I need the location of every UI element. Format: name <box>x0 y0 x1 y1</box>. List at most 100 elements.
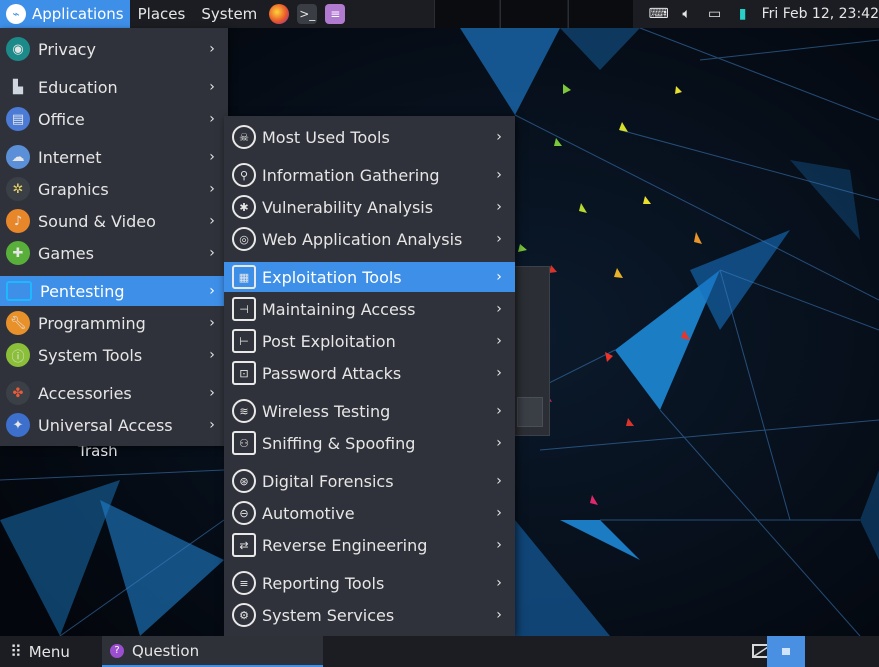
workspace-3[interactable] <box>568 0 633 28</box>
password-icon: ⊡ <box>232 361 256 385</box>
menu-label: Menu <box>28 642 70 661</box>
menu-item-system-tools[interactable]: ⓘ System Tools › <box>0 340 228 370</box>
chevron-right-icon: › <box>209 417 215 433</box>
submenu-item-maintaining-access[interactable]: ⊣ Maintaining Access › <box>224 294 515 324</box>
keyboard-icon[interactable]: ⌨ <box>648 6 668 22</box>
chevron-right-icon: › <box>496 269 502 285</box>
chevron-right-icon: › <box>496 199 502 215</box>
pentesting-submenu: ☠ Most Used Tools › ⚲ Information Gather… <box>224 116 515 636</box>
menu-item-sound-video[interactable]: ♪ Sound & Video › <box>0 206 228 236</box>
menu-item-universal-access[interactable]: ✦ Universal Access › <box>0 410 228 440</box>
chevron-right-icon: › <box>209 347 215 363</box>
menu-item-internet[interactable]: ☁ Internet › <box>0 142 228 172</box>
chevron-right-icon: › <box>209 213 215 229</box>
education-icon: ▙ <box>13 79 23 95</box>
clock[interactable]: Fri Feb 12, 23:42 <box>762 6 879 22</box>
bottom-panel: ⠿ Menu ? Question <box>0 636 879 667</box>
system-tray: ⌨ 🔈︎ ▭ ▮ Fri Feb 12, 23:42 <box>648 0 879 28</box>
forensics-icon: ⊛ <box>232 469 256 493</box>
chevron-right-icon: › <box>496 607 502 623</box>
firefox-icon[interactable] <box>269 4 290 24</box>
terminal-icon[interactable]: >_ <box>297 4 318 24</box>
games-icon: ✚ <box>6 241 30 265</box>
workspace-1[interactable] <box>434 0 499 28</box>
wifi-icon: ≋ <box>232 399 256 423</box>
submenu-item-automotive[interactable]: ⊖ Automotive › <box>224 498 515 528</box>
pentesting-icon <box>6 281 32 301</box>
internet-icon: ☁ <box>6 145 30 169</box>
report-icon: ≡ <box>232 571 256 595</box>
text-editor-icon[interactable]: ≡ <box>325 4 346 24</box>
chevron-right-icon: › <box>496 505 502 521</box>
universal-access-icon: ✦ <box>6 413 30 437</box>
background-dialog-button[interactable] <box>517 397 543 427</box>
submenu-item-system-services[interactable]: ⚙ System Services › <box>224 600 515 630</box>
chevron-right-icon: › <box>496 301 502 317</box>
workspace-2[interactable] <box>500 0 567 28</box>
chevron-right-icon: › <box>496 129 502 145</box>
menu-item-games[interactable]: ✚ Games › <box>0 238 228 268</box>
places-menu-button[interactable]: Places <box>130 0 194 28</box>
submenu-item-reverse-engineering[interactable]: ⇄ Reverse Engineering › <box>224 530 515 560</box>
skull-icon: ☠ <box>232 125 256 149</box>
submenu-item-web-application-analysis[interactable]: ◎ Web Application Analysis › <box>224 224 515 254</box>
chevron-right-icon: › <box>209 41 215 57</box>
car-icon: ⊖ <box>232 501 256 525</box>
menu-item-privacy[interactable]: ◉ Privacy › <box>0 34 228 64</box>
menu-item-education[interactable]: ▙ Education › <box>0 72 228 102</box>
web-icon: ◎ <box>232 227 256 251</box>
accessories-icon: ✤ <box>6 381 30 405</box>
services-icon: ⚙ <box>232 603 256 627</box>
applications-label: Applications <box>32 5 124 23</box>
menu-button[interactable]: ⠿ Menu <box>0 636 80 667</box>
question-icon: ? <box>110 643 124 658</box>
chevron-right-icon: › <box>496 435 502 451</box>
access-icon: ⊣ <box>232 297 256 321</box>
chevron-right-icon: › <box>209 315 215 331</box>
chevron-right-icon: › <box>496 575 502 591</box>
chevron-right-icon: › <box>496 365 502 381</box>
menu-item-pentesting[interactable]: Pentesting › <box>0 276 228 306</box>
chevron-right-icon: › <box>209 79 215 95</box>
programming-icon: 🔧︎ <box>6 311 30 335</box>
submenu-item-most-used-tools[interactable]: ☠ Most Used Tools › <box>224 122 515 152</box>
magnifier-icon: ⚲ <box>232 163 256 187</box>
chevron-right-icon: › <box>496 473 502 489</box>
system-menu-button[interactable]: System <box>193 0 265 28</box>
workspace-current[interactable] <box>767 636 805 667</box>
menu-item-programming[interactable]: 🔧︎ Programming › <box>0 308 228 338</box>
submenu-item-digital-forensics[interactable]: ⊛ Digital Forensics › <box>224 466 515 496</box>
reverse-icon: ⇄ <box>232 533 256 557</box>
sound-video-icon: ♪ <box>6 209 30 233</box>
taskbar-item-question[interactable]: ? Question <box>102 636 323 667</box>
sniff-icon: ⚇ <box>232 431 256 455</box>
submenu-item-information-gathering[interactable]: ⚲ Information Gathering › <box>224 160 515 190</box>
post-exploit-icon: ⊢ <box>232 329 256 353</box>
chevron-right-icon: › <box>496 167 502 183</box>
submenu-item-exploitation-tools[interactable]: ▦ Exploitation Tools › <box>224 262 515 292</box>
chevron-right-icon: › <box>496 333 502 349</box>
menu-item-office[interactable]: ▤ Office › <box>0 104 228 134</box>
chevron-right-icon: › <box>209 111 215 127</box>
privacy-icon: ◉ <box>6 37 30 61</box>
display-icon[interactable]: ▭ <box>706 6 724 22</box>
submenu-item-post-exploitation[interactable]: ⊢ Post Exploitation › <box>224 326 515 356</box>
chevron-right-icon: › <box>496 231 502 247</box>
chevron-right-icon: › <box>496 537 502 553</box>
submenu-item-vulnerability-analysis[interactable]: ✱ Vulnerability Analysis › <box>224 192 515 222</box>
battery-icon[interactable]: ▮ <box>734 6 752 22</box>
submenu-item-reporting-tools[interactable]: ≡ Reporting Tools › <box>224 568 515 598</box>
submenu-item-password-attacks[interactable]: ⊡ Password Attacks › <box>224 358 515 388</box>
applications-menu-button[interactable]: ⌁ Applications <box>0 0 130 28</box>
menu-item-graphics[interactable]: ✲ Graphics › <box>0 174 228 204</box>
submenu-item-sniffing-spoofing[interactable]: ⚇ Sniffing & Spoofing › <box>224 428 515 458</box>
chevron-right-icon: › <box>496 403 502 419</box>
chevron-right-icon: › <box>209 283 215 299</box>
kali-dragon-icon: ⌁ <box>6 4 26 24</box>
submenu-item-wireless-testing[interactable]: ≋ Wireless Testing › <box>224 396 515 426</box>
grid-icon: ⠿ <box>10 642 22 661</box>
menu-item-accessories[interactable]: ✤ Accessories › <box>0 378 228 408</box>
exploit-icon: ▦ <box>232 265 256 289</box>
volume-icon[interactable]: 🔈︎ <box>678 6 696 22</box>
taskbar-item-label: Question <box>132 641 200 660</box>
